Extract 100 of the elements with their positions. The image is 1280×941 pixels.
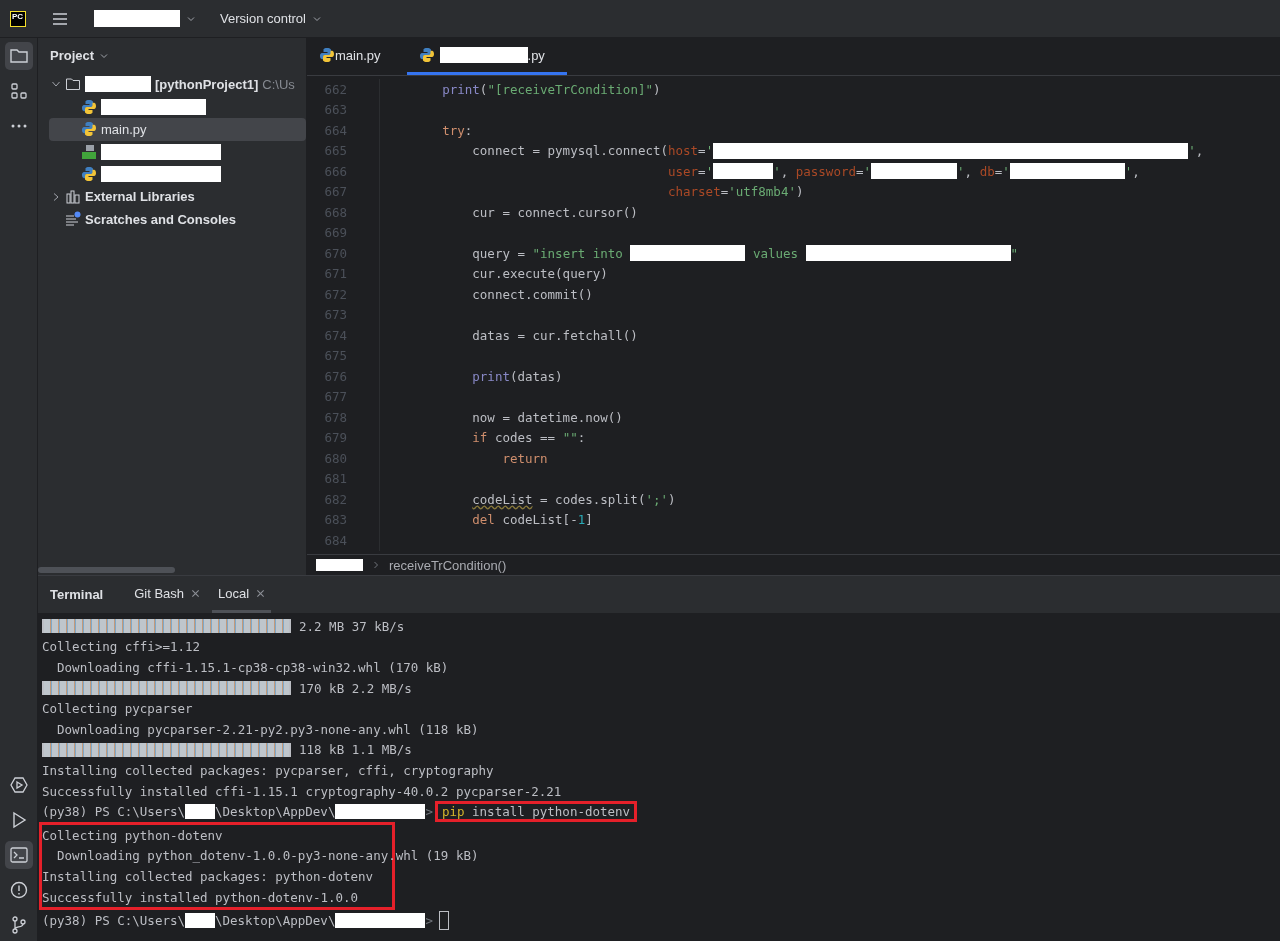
code-token: ' xyxy=(957,163,965,179)
output-line: Installing collected packages: pycparser, cffi, cryptography xyxy=(42,762,494,778)
code-token: codeList[- xyxy=(501,512,578,528)
code-token: : xyxy=(577,430,586,446)
transfer-reading: 118 kB 1.1 MB/s xyxy=(299,742,412,758)
chevron-icon[interactable] xyxy=(51,191,61,202)
redaction-block xyxy=(185,803,215,820)
code-token: query = xyxy=(472,245,526,261)
prompt-text: (py38) PS C:\Users\ xyxy=(42,804,185,820)
code-token: return xyxy=(502,450,548,466)
code-token: = xyxy=(698,163,706,179)
folder-icon[interactable] xyxy=(4,42,33,70)
code-token: codeList xyxy=(472,491,533,507)
prompt-text: (py38) PS C:\Users\ xyxy=(42,913,185,929)
folder-icon xyxy=(65,76,81,93)
code-token: user xyxy=(668,163,699,179)
code-token: = xyxy=(994,163,1003,179)
output-line: Collecting pycparser xyxy=(42,701,193,717)
code-token: ' xyxy=(773,163,781,179)
code-token: = codes.split( xyxy=(539,491,646,507)
output-line: Downloading cffi-1.15.1-cp38-cp38-win32.whl (170 kB) xyxy=(56,660,449,675)
output-line: Successfully installed cffi-1.15.1 cryptography-40.0.2 pycparser-2.21 xyxy=(42,783,562,799)
ui-file-icon xyxy=(81,143,97,160)
code-token: " xyxy=(1010,245,1019,261)
chevron-icon xyxy=(371,560,381,570)
app-logo[interactable]: PC xyxy=(10,10,26,27)
code-token: cur = connect.cursor() xyxy=(472,204,638,220)
code-token: charset xyxy=(668,184,721,200)
code-token: ) xyxy=(652,81,661,97)
output-line: Collecting python-dotenv xyxy=(42,827,223,843)
code-token: host xyxy=(668,143,699,159)
code-token: , xyxy=(1132,163,1140,179)
code-token: = xyxy=(698,143,706,159)
output-line: Installing collected packages: python-dotenv xyxy=(42,868,374,884)
output-line: Downloading pycparser-2.21-py2.py3-none-any.whl (118 kB) xyxy=(56,721,479,737)
prompt-text: \Desktop\AppDev\ xyxy=(215,913,336,929)
code-token: "insert into xyxy=(532,245,624,261)
code-token: ' xyxy=(705,143,714,159)
version-control-menu[interactable]: Version control xyxy=(220,11,306,26)
code-token: ';' xyxy=(645,491,668,507)
code-token: , xyxy=(964,163,974,179)
code-token: "[receiveTrCondition]" xyxy=(487,81,653,97)
code-token: : xyxy=(464,122,473,138)
terminal-tab[interactable]: Local xyxy=(212,576,272,613)
code-token: 1 xyxy=(577,512,586,528)
code-token: ' xyxy=(705,163,714,179)
code-token: "" xyxy=(562,430,578,446)
transfer-reading: 170 kB 2.2 MB/s xyxy=(299,680,412,696)
editor-tab[interactable]: .py xyxy=(406,38,567,75)
breadcrumb-item[interactable]: receiveTrCondition() xyxy=(389,557,507,573)
python-file-icon xyxy=(81,121,97,138)
python-file-icon xyxy=(418,47,435,63)
code-token: password xyxy=(795,163,856,179)
python-file-icon xyxy=(319,47,335,63)
menu-icon[interactable] xyxy=(52,10,68,27)
code-token: connect.commit() xyxy=(472,286,593,302)
project-path: C:\Us xyxy=(262,76,296,92)
code-token: try xyxy=(442,122,465,138)
code-token: 'utf8mb4' xyxy=(728,184,796,200)
code-token: cur.execute(query) xyxy=(472,266,608,282)
terminal-tab[interactable]: Git Bash xyxy=(128,576,207,613)
close-icon[interactable] xyxy=(256,588,266,598)
terminal-icon[interactable] xyxy=(4,841,33,869)
python-file-icon xyxy=(81,166,97,183)
code-token: ' xyxy=(1124,163,1133,179)
code-token: values xyxy=(751,245,800,261)
project-view-title[interactable]: Project xyxy=(50,48,95,63)
editor-tab[interactable]: main.py xyxy=(307,38,395,75)
code-token: ) xyxy=(668,491,676,507)
tree-item[interactable]: [pythonProject1] xyxy=(155,76,259,92)
prompt-text: > xyxy=(425,913,433,929)
terminal-title: Terminal xyxy=(50,586,104,604)
code-token: if xyxy=(472,430,488,446)
python-file-icon xyxy=(81,98,97,115)
library-icon xyxy=(65,188,81,205)
close-icon[interactable] xyxy=(191,588,201,598)
code-token: , xyxy=(780,163,790,179)
code-token: del xyxy=(472,512,495,528)
code-token: ' xyxy=(863,163,872,179)
scrollbar[interactable] xyxy=(38,567,175,573)
code-token: ' xyxy=(1002,163,1010,179)
prompt-text: \Desktop\AppDev\ xyxy=(215,804,336,820)
code-token: now = datetime.now() xyxy=(472,409,623,425)
code-token: connect = pymysql.connect( xyxy=(472,143,668,159)
code-token: , xyxy=(1195,143,1204,159)
output-line: Successfully installed python-dotenv-1.0.0 xyxy=(42,889,359,905)
transfer-reading: 2.2 MB 37 kB/s xyxy=(299,618,405,634)
scratch-file-icon xyxy=(65,211,81,228)
code-token: print xyxy=(442,81,480,97)
tree-item[interactable]: main.py xyxy=(101,121,147,137)
tree-item[interactable]: External Libraries xyxy=(85,189,195,205)
output-line: Collecting cffi>=1.12 xyxy=(42,639,201,655)
code-token: (datas) xyxy=(509,368,563,384)
prompt-text: > xyxy=(425,804,433,820)
code-token: = xyxy=(855,163,864,179)
code-token: ' xyxy=(1188,143,1196,159)
tree-item[interactable]: Scratches and Consoles xyxy=(85,211,236,227)
code-token: codes == xyxy=(493,430,557,446)
code-token: ] xyxy=(585,512,593,528)
code-token: ( xyxy=(479,81,488,97)
